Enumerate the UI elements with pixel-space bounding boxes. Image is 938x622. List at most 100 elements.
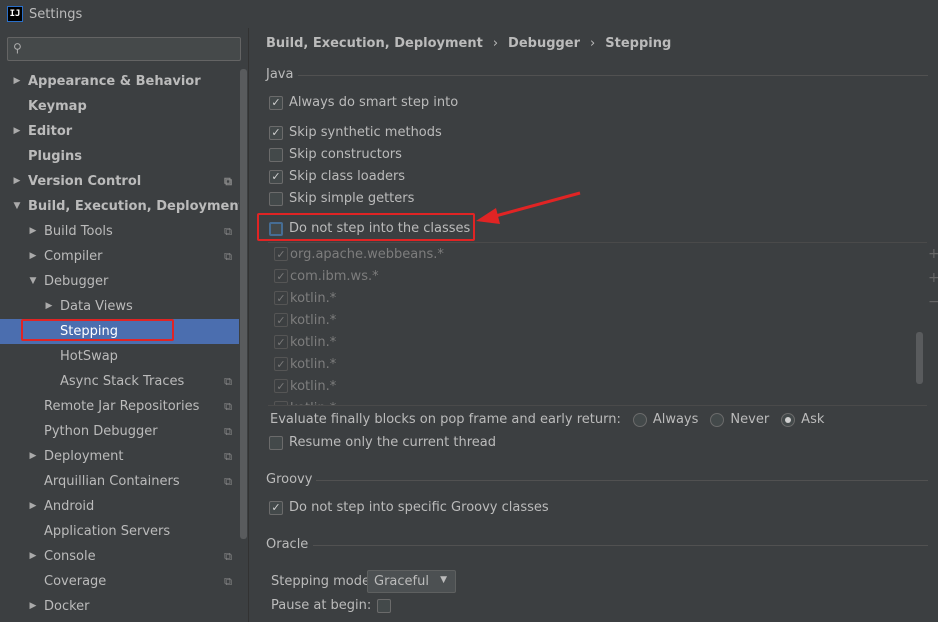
- class-list-checkbox[interactable]: ✓: [274, 401, 288, 405]
- always-smart-step-checkbox[interactable]: ✓: [269, 95, 283, 110]
- chevron-right-icon[interactable]: ▶: [44, 294, 54, 319]
- skip-class-loaders-option[interactable]: ✓ Skip class loaders: [269, 169, 405, 184]
- sidebar-item-compiler[interactable]: ▶ Compiler ⧉: [0, 244, 240, 269]
- class-list-item[interactable]: ✓kotlin.*: [274, 331, 336, 353]
- chevron-right-icon[interactable]: ▶: [28, 594, 38, 619]
- skip-simple-getters-option[interactable]: Skip simple getters: [269, 191, 414, 206]
- sidebar-item-coverage[interactable]: Coverage ⧉: [0, 569, 240, 594]
- sidebar-item-build-execution-deployment[interactable]: ▼ Build, Execution, Deployment: [0, 194, 245, 219]
- sidebar-item-remote-jar-repositories[interactable]: Remote Jar Repositories ⧉: [0, 394, 240, 419]
- class-pattern-label: kotlin.*: [290, 356, 337, 372]
- class-list-item[interactable]: ✓kotlin.*: [274, 309, 336, 331]
- class-list-checkbox[interactable]: ✓: [274, 313, 288, 327]
- chevron-right-icon[interactable]: ▶: [28, 544, 38, 569]
- add-pattern-button[interactable]: +: [928, 270, 938, 286]
- sidebar-item-python-debugger[interactable]: Python Debugger ⧉: [0, 419, 240, 444]
- skip-simple-getters-checkbox[interactable]: [269, 191, 283, 206]
- sidebar-item-hotswap[interactable]: HotSwap: [0, 344, 240, 369]
- sidebar-item-build-tools[interactable]: ▶ Build Tools ⧉: [0, 219, 240, 244]
- sidebar-item-arquillian-containers[interactable]: Arquillian Containers ⧉: [0, 469, 240, 494]
- sidebar-scrollbar-thumb[interactable]: [240, 69, 247, 539]
- class-pattern-label: org.apache.webbeans.*: [290, 246, 444, 262]
- project-config-icon: ⧉: [224, 575, 232, 588]
- sidebar-item-label: Data Views: [60, 299, 133, 314]
- groovy-classes-checkbox[interactable]: ✓: [269, 500, 283, 515]
- skip-class-loaders-checkbox[interactable]: ✓: [269, 169, 283, 184]
- pause-at-begin-option[interactable]: Pause at begin:: [271, 598, 397, 613]
- chevron-right-icon[interactable]: ▶: [28, 494, 38, 519]
- sidebar-item-application-servers[interactable]: Application Servers: [0, 519, 240, 544]
- class-list-checkbox[interactable]: ✓: [274, 379, 288, 393]
- chevron-right-icon[interactable]: ▶: [12, 169, 22, 194]
- project-config-icon: ⧉: [224, 550, 232, 563]
- sidebar-item-android[interactable]: ▶ Android: [0, 494, 240, 519]
- radio-never[interactable]: [710, 412, 725, 427]
- chevron-right-icon[interactable]: ▶: [12, 69, 22, 94]
- class-list-item[interactable]: ✓kotlin.*: [274, 287, 336, 309]
- class-list-item[interactable]: ✓ org.apache.webbeans.*: [274, 243, 444, 265]
- chevron-right-icon[interactable]: ▶: [28, 444, 38, 469]
- sidebar-item-version-control[interactable]: ▶ Version Control ⧉: [0, 169, 240, 194]
- sidebar-item-debugger[interactable]: ▼ Debugger: [0, 269, 240, 294]
- class-list-item[interactable]: ✓kotlin.*: [274, 397, 336, 405]
- chevron-right-icon[interactable]: ▶: [28, 244, 38, 269]
- sidebar-item-deployment[interactable]: ▶ Deployment ⧉: [0, 444, 240, 469]
- sidebar-item-docker[interactable]: ▶ Docker: [0, 594, 240, 619]
- chevron-right-icon[interactable]: ▶: [28, 219, 38, 244]
- stepping-mode-value: Graceful: [374, 574, 429, 589]
- sidebar-item-editor[interactable]: ▶ Editor: [0, 119, 240, 144]
- radio-never-label[interactable]: Never: [730, 412, 769, 427]
- chevron-down-icon[interactable]: ▼: [12, 194, 22, 219]
- breadcrumb: Build, Execution, Deployment › Debugger › St…: [266, 36, 671, 51]
- class-list-checkbox[interactable]: ✓: [274, 335, 288, 349]
- radio-always[interactable]: [632, 412, 647, 427]
- skip-constructors-option[interactable]: Skip constructors: [269, 147, 402, 162]
- groovy-section-title: Groovy: [266, 472, 313, 487]
- sidebar-item-plugins[interactable]: Plugins: [0, 144, 240, 169]
- class-list-item[interactable]: ✓ com.ibm.ws.*: [274, 265, 379, 287]
- settings-search[interactable]: ⚲: [7, 37, 241, 61]
- settings-tree: ▶ Appearance & Behavior Keymap ▶ Editor Plugi…: [0, 69, 245, 619]
- always-smart-step-option[interactable]: ✓ Always do smart step into: [269, 95, 458, 110]
- breadcrumb-item: Build, Execution, Deployment: [266, 36, 483, 51]
- groovy-classes-option[interactable]: ✓ Do not step into specific Groovy class…: [269, 500, 549, 515]
- add-class-button[interactable]: +: [928, 246, 938, 262]
- project-config-icon: ⧉: [224, 450, 232, 463]
- class-list-item[interactable]: ✓kotlin.*: [274, 353, 336, 375]
- skip-simple-getters-label: Skip simple getters: [289, 191, 415, 206]
- resume-current-thread-option[interactable]: Resume only the current thread: [269, 435, 496, 450]
- sidebar-item-label: Arquillian Containers: [44, 474, 180, 489]
- class-list-checkbox[interactable]: ✓: [274, 357, 288, 371]
- sidebar-item-appearance-behavior[interactable]: ▶ Appearance & Behavior: [0, 69, 240, 94]
- skip-constructors-checkbox[interactable]: [269, 147, 283, 162]
- radio-ask[interactable]: [781, 412, 796, 427]
- chevron-down-icon[interactable]: ▼: [28, 269, 38, 294]
- stepping-mode-select[interactable]: Graceful ▼: [367, 570, 456, 593]
- class-list-checkbox[interactable]: ✓: [274, 291, 288, 305]
- project-config-icon: ⧉: [224, 375, 232, 388]
- class-list-checkbox[interactable]: ✓: [274, 247, 288, 261]
- class-pattern-label: kotlin.*: [290, 334, 337, 350]
- radio-selected-dot: [785, 416, 792, 423]
- sidebar-item-console[interactable]: ▶ Console ⧉: [0, 544, 240, 569]
- class-list-checkbox[interactable]: ✓: [274, 269, 288, 283]
- excluded-classes-list[interactable]: ✓ org.apache.webbeans.* ✓ com.ibm.ws.* ✓ kotl…: [268, 242, 927, 406]
- sidebar-item-async-stack-traces[interactable]: Async Stack Traces ⧉: [0, 369, 240, 394]
- groovy-section-divider: [316, 480, 928, 481]
- radio-always-label[interactable]: Always: [653, 412, 699, 427]
- search-input[interactable]: [32, 40, 232, 58]
- app-logo-icon: IJ: [7, 6, 23, 22]
- skip-synthetic-option[interactable]: ✓ Skip synthetic methods: [269, 125, 442, 140]
- sidebar-item-data-views[interactable]: ▶ Data Views: [0, 294, 240, 319]
- radio-ask-label[interactable]: Ask: [801, 412, 824, 427]
- pause-at-begin-checkbox[interactable]: [377, 598, 392, 613]
- remove-class-button[interactable]: −: [928, 294, 938, 310]
- classes-list-scrollbar[interactable]: [916, 332, 923, 384]
- sidebar-item-keymap[interactable]: Keymap: [0, 94, 240, 119]
- sidebar-item-label: Python Debugger: [44, 424, 158, 439]
- chevron-right-icon[interactable]: ▶: [12, 119, 22, 144]
- skip-synthetic-checkbox[interactable]: ✓: [269, 125, 283, 140]
- classes-annotation-box: [257, 213, 475, 241]
- class-list-item[interactable]: ✓kotlin.*: [274, 375, 336, 397]
- resume-current-thread-checkbox[interactable]: [269, 435, 283, 450]
